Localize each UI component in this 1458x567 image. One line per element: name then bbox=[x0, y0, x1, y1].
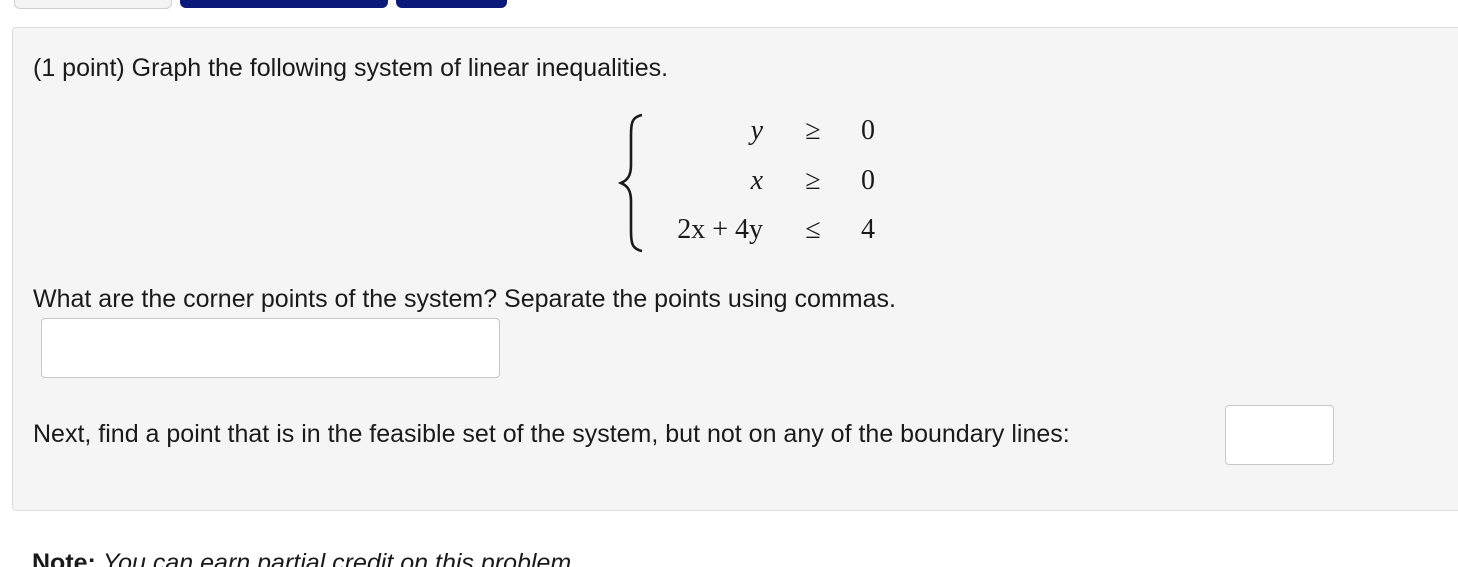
top-button-1[interactable] bbox=[14, 0, 172, 9]
footer-note-text: You can earn partial credit on this prob… bbox=[102, 549, 579, 567]
problem-panel: (1 point) Graph the following system of … bbox=[12, 27, 1458, 511]
inequality-3-lhs: 2x + 4y bbox=[677, 214, 763, 245]
top-button-2[interactable] bbox=[180, 0, 388, 8]
problem-instruction: (1 point) Graph the following system of … bbox=[33, 54, 669, 82]
corner-points-question: What are the corner points of the system… bbox=[33, 285, 896, 313]
inequality-2-rhs: 0 bbox=[861, 165, 875, 196]
inequality-2-lhs: x bbox=[750, 165, 763, 196]
inequality-2-relation: ≥ bbox=[805, 165, 821, 196]
inequality-1-lhs: y bbox=[750, 115, 763, 146]
top-button-3[interactable] bbox=[396, 0, 507, 8]
inequality-system: y ≥ 0 x ≥ 0 2x + 4y ≤ 4 bbox=[618, 113, 888, 253]
inequality-3-rhs: 4 bbox=[861, 214, 875, 245]
inequality-1-rhs: 0 bbox=[861, 115, 875, 146]
corner-points-input[interactable] bbox=[41, 318, 500, 378]
footer-note-label: Note: bbox=[32, 549, 96, 567]
feasible-point-input[interactable] bbox=[1225, 405, 1334, 465]
footer-note: Note: You can earn partial credit on thi… bbox=[32, 548, 578, 567]
inequality-1-relation: ≥ bbox=[805, 115, 821, 146]
feasible-point-question: Next, find a point that is in the feasib… bbox=[33, 420, 1070, 448]
inequality-3-relation: ≤ bbox=[805, 214, 821, 245]
